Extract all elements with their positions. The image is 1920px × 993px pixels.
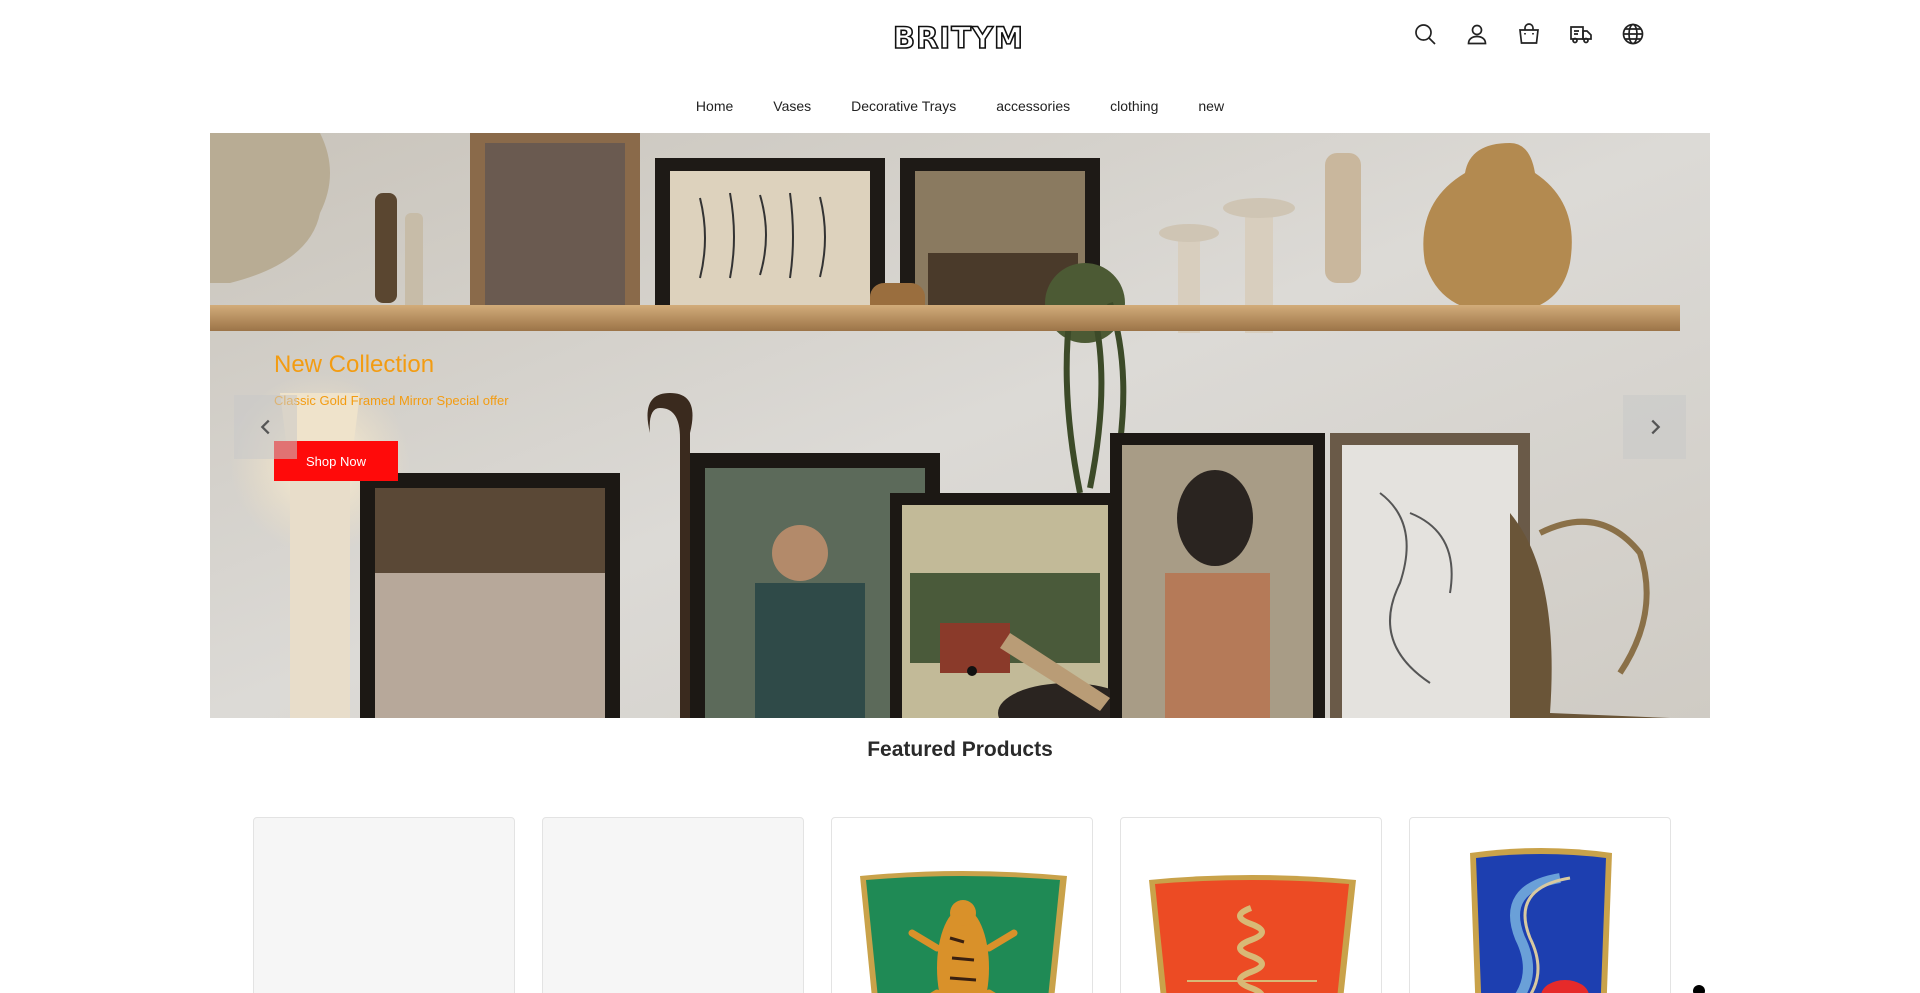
- green-tiger-tray-image: [860, 871, 1067, 993]
- product-card[interactable]: [1409, 817, 1671, 993]
- search-icon[interactable]: [1412, 21, 1438, 47]
- hero-banner: New Collection Classic Gold Framed Mirro…: [210, 133, 1710, 718]
- product-card[interactable]: [253, 817, 515, 993]
- hero-subtitle: Classic Gold Framed Mirror Special offer: [274, 393, 509, 408]
- nav-item-new[interactable]: new: [1178, 96, 1244, 116]
- carousel-dot[interactable]: [967, 666, 977, 676]
- brand-logo[interactable]: BRITYM: [892, 21, 1024, 55]
- carousel-next-button[interactable]: [1623, 395, 1686, 459]
- featured-products-title: Featured Products: [867, 738, 1053, 761]
- nav-item-clothing[interactable]: clothing: [1090, 96, 1178, 116]
- main-nav: Home Vases Decorative Trays accessories …: [0, 96, 1920, 116]
- brand-logo-text: BRITYM: [892, 21, 1024, 55]
- account-icon[interactable]: [1464, 21, 1490, 47]
- product-card[interactable]: [1120, 817, 1382, 993]
- scroll-indicator-dot: [1693, 985, 1705, 993]
- header-icons: [1412, 21, 1646, 47]
- hero-title: New Collection: [274, 351, 435, 378]
- chevron-right-icon: [1650, 419, 1660, 435]
- site-header: BRITYM Home Vases Decorative Trays acces…: [0, 0, 1920, 133]
- delivery-truck-icon[interactable]: [1568, 21, 1594, 47]
- nav-item-decorative-trays[interactable]: Decorative Trays: [831, 96, 976, 116]
- hero-image: [210, 133, 1710, 718]
- nav-item-accessories[interactable]: accessories: [976, 96, 1090, 116]
- nav-item-vases[interactable]: Vases: [753, 96, 831, 116]
- cart-icon[interactable]: [1516, 21, 1542, 47]
- orange-snake-tray-image: [1149, 875, 1356, 993]
- nav-item-home[interactable]: Home: [676, 96, 753, 116]
- product-card[interactable]: [831, 817, 1093, 993]
- chevron-left-icon: [260, 419, 270, 435]
- globe-icon[interactable]: [1620, 21, 1646, 47]
- blue-lips-tray-image: [1470, 848, 1612, 993]
- carousel-prev-button[interactable]: [234, 395, 297, 459]
- product-grid: [253, 817, 1671, 993]
- product-card[interactable]: [542, 817, 804, 993]
